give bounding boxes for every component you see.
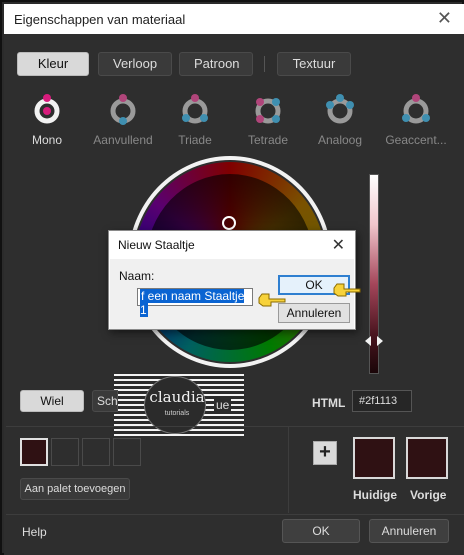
divider — [6, 426, 464, 427]
previous-color-swatch[interactable] — [406, 437, 448, 479]
mono-harmony-icon — [34, 94, 60, 124]
cancel-button[interactable]: Annuleren — [369, 519, 449, 543]
tab-divider — [264, 56, 265, 72]
html-label: HTML — [312, 396, 346, 410]
harmony-triade[interactable]: Triade — [157, 92, 233, 147]
swatch-name-input[interactable]: f een naam Staaltje 1 — [137, 288, 253, 317]
dialog-title: Nieuw Staaltje — [118, 238, 195, 252]
tab-label: Kleur — [37, 56, 69, 71]
tab-textuur[interactable]: Textuur — [277, 52, 351, 76]
harmony-tetrade[interactable]: Tetrade — [230, 92, 306, 147]
view-button-fragment[interactable]: ue — [214, 398, 232, 412]
add-to-palette-button[interactable]: Aan palet toevoegen — [20, 478, 130, 500]
harmony-label: Mono — [31, 133, 63, 147]
harmony-label: Triade — [178, 133, 212, 147]
watermark-subtext: tutorials — [164, 410, 190, 417]
harmony-label: Analoog — [317, 133, 363, 147]
slider-handle-icon[interactable] — [365, 336, 383, 346]
material-properties-window: Eigenschappen van materiaal ✕ Kleur Verl… — [0, 0, 464, 555]
pointing-hand-icon — [333, 283, 361, 297]
current-color-swatch — [353, 437, 395, 479]
tab-patroon[interactable]: Patroon — [179, 52, 253, 76]
hue-picker-handle[interactable] — [222, 216, 236, 230]
name-label: Naam: — [119, 269, 155, 283]
analogous-harmony-icon — [326, 94, 354, 124]
watermark-text: claudia — [149, 388, 205, 406]
harmony-analoog[interactable]: Analoog — [302, 92, 378, 147]
harmony-geaccentueerd[interactable]: Geaccent... — [378, 92, 454, 147]
palette-swatch-selected[interactable] — [20, 438, 48, 466]
help-button[interactable]: Help — [22, 525, 47, 539]
tab-verloop[interactable]: Verloop — [98, 52, 172, 76]
harmony-label: Geaccent... — [385, 133, 447, 147]
harmony-label: Aanvullend — [93, 133, 153, 147]
palette-swatch[interactable] — [51, 438, 79, 466]
dialog-body: Naam: f een naam Staaltje 1 OK Annuleren — [110, 259, 354, 329]
footer-divider — [6, 514, 464, 515]
new-swatch-dialog: Nieuw Staaltje ✕ Naam: f een naam Staalt… — [108, 230, 356, 330]
selected-text: f een naam Staaltje 1 — [140, 289, 245, 317]
close-icon[interactable]: ✕ — [437, 8, 452, 29]
wheel-view-button[interactable]: Wiel — [20, 390, 84, 412]
triad-harmony-icon — [182, 94, 208, 124]
divider-vertical — [288, 427, 289, 513]
html-color-input[interactable]: #2f1113 — [352, 390, 412, 412]
harmony-aanvullend[interactable]: Aanvullend — [85, 92, 161, 147]
dialog-close-icon[interactable]: ✕ — [332, 235, 345, 255]
window-title: Eigenschappen van materiaal — [14, 12, 186, 27]
harmony-label: Tetrade — [247, 133, 289, 147]
accented-harmony-icon — [402, 94, 430, 124]
sliders-view-button[interactable]: Sch — [92, 390, 118, 412]
tab-kleur[interactable]: Kleur — [17, 52, 89, 76]
dialog-cancel-button[interactable]: Annuleren — [278, 303, 350, 323]
ok-button[interactable]: OK — [282, 519, 360, 543]
title-bar: Eigenschappen van materiaal ✕ — [4, 4, 464, 34]
pointing-hand-icon — [258, 293, 286, 307]
harmony-mono[interactable]: Mono — [9, 92, 85, 147]
palette-swatch[interactable] — [113, 438, 141, 466]
plus-icon[interactable]: + — [313, 441, 337, 465]
tab-label: Patroon — [194, 56, 240, 71]
palette-swatch[interactable] — [82, 438, 110, 466]
complementary-harmony-icon — [110, 94, 136, 125]
tab-label: Verloop — [113, 56, 158, 71]
current-color-label: Huidige — [353, 488, 397, 502]
tetrad-harmony-icon — [255, 98, 281, 124]
previous-color-label: Vorige — [410, 488, 447, 502]
tab-label: Textuur — [292, 56, 336, 71]
